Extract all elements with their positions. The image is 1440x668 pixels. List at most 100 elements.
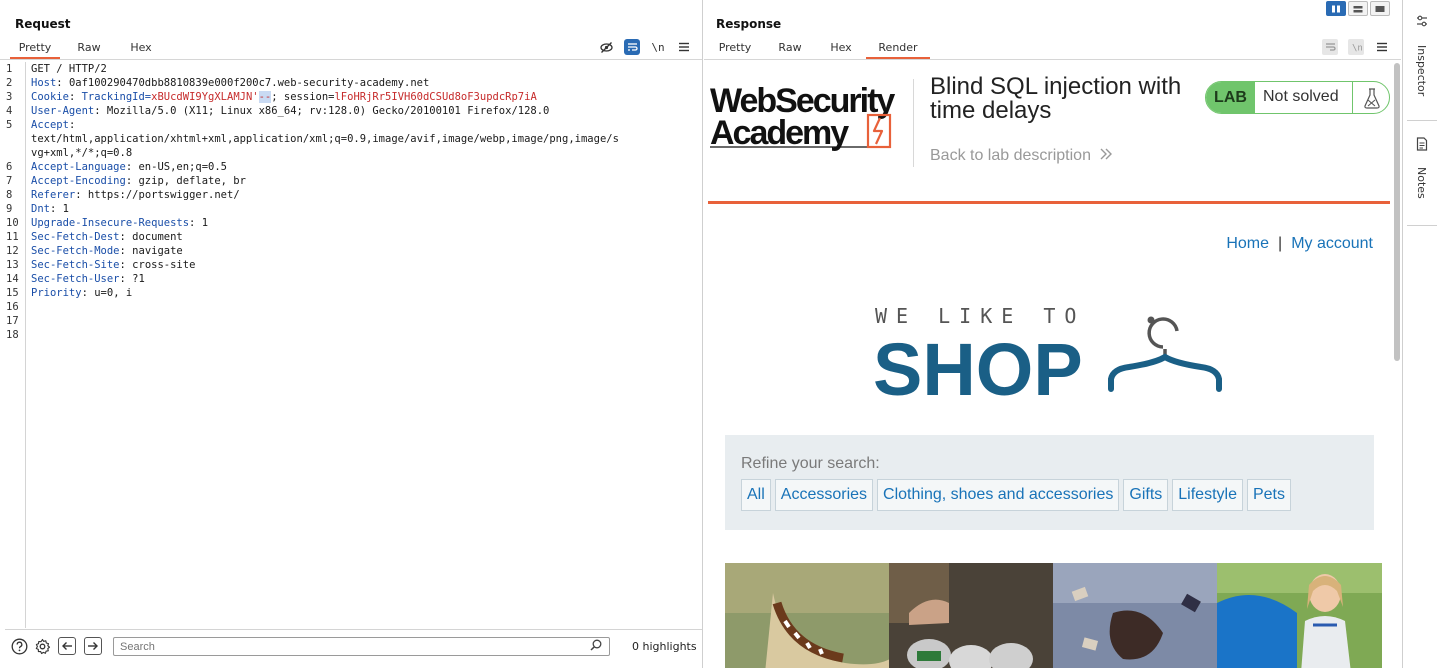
render-scrollbar[interactable] <box>1394 63 1400 363</box>
filter-pets[interactable]: Pets <box>1246 479 1291 511</box>
help-icon[interactable] <box>10 637 28 655</box>
request-line: 9 Dnt: 1 <box>6 203 69 215</box>
product-image[interactable] <box>1217 563 1382 668</box>
tab-request-raw[interactable]: Raw <box>63 38 115 59</box>
request-line-continuation: text/html,application/xhtml+xml,applicat… <box>31 133 619 145</box>
inspector-panel-toggle[interactable]: Inspector <box>1403 12 1440 100</box>
request-line-cookie: 3 Cookie: TrackingId=xBUcdWI9YgXLAMJN'--;… <box>6 91 537 103</box>
request-line: 15 Priority: u=0, i <box>6 287 133 299</box>
product-image[interactable] <box>725 563 890 668</box>
search-filter-panel: Refine your search: All Accessories Clot… <box>725 435 1374 530</box>
filter-gifts[interactable]: Gifts <box>1123 479 1169 511</box>
header-accent-rule <box>708 201 1390 204</box>
sidebar-divider <box>1407 120 1437 121</box>
filter-all[interactable]: All <box>741 479 771 511</box>
category-filters: All Accessories Clothing, shoes and acce… <box>741 479 1295 511</box>
session-value: lFoHRjRr5IVH60dCSUd8oF3updcRp7iA <box>334 91 537 103</box>
search-input[interactable] <box>113 637 610 656</box>
request-editor[interactable]: 1 GET / HTTP/2 2 Host: 0af100290470dbb8810… <box>5 62 702 628</box>
double-chevron-right-icon <box>1100 148 1113 160</box>
lab-title: Blind SQL injection with time delays <box>930 73 1182 124</box>
nav-separator: | <box>1278 235 1283 252</box>
product-image-row <box>725 563 1392 668</box>
tab-response-pretty[interactable]: Pretty <box>710 38 760 59</box>
newline-icon-disabled: \n <box>1348 39 1364 55</box>
word-wrap-icon-disabled <box>1322 39 1338 55</box>
rendered-page: WebSecurity Academy Blind SQL injection … <box>707 63 1392 668</box>
svg-text:WE LIKE TO: WE LIKE TO <box>875 304 1085 328</box>
request-tabs: Pretty Raw Hex <box>10 38 167 59</box>
layout-stacked-icon[interactable] <box>1348 1 1368 16</box>
filter-lifestyle[interactable]: Lifestyle <box>1172 479 1243 511</box>
newline-toggle[interactable]: \n <box>650 39 666 55</box>
inspector-sliders-icon <box>1416 15 1427 27</box>
request-menu-icon[interactable] <box>676 39 692 55</box>
notes-panel-toggle[interactable]: Notes <box>1403 136 1440 203</box>
notes-label: Notes <box>1415 167 1428 199</box>
tab-request-hex[interactable]: Hex <box>115 38 167 59</box>
lab-status-text: Not solved <box>1263 88 1339 105</box>
response-title: Response <box>716 17 782 31</box>
nav-my-account-link[interactable]: My account <box>1291 235 1373 252</box>
layout-side-by-side-icon[interactable] <box>1326 1 1346 16</box>
inspector-label: Inspector <box>1415 45 1428 97</box>
web-security-academy-logo[interactable]: WebSecurity Academy <box>710 81 910 153</box>
svg-text:SHOP: SHOP <box>873 328 1083 403</box>
right-sidebar: Inspector Notes <box>1402 0 1440 668</box>
we-like-to-shop-logo: WE LIKE TO SHOP <box>873 303 1233 411</box>
next-match-button[interactable] <box>84 637 102 655</box>
line-number-gutter <box>5 62 26 628</box>
tab-request-pretty[interactable]: Pretty <box>10 38 60 59</box>
back-to-lab-link[interactable]: Back to lab description <box>930 147 1113 165</box>
request-title: Request <box>15 17 71 31</box>
request-status-bar: 0 highlights <box>5 629 702 662</box>
request-line: 16 <box>6 301 19 313</box>
shop-navigation: Home | My account <box>1226 235 1373 253</box>
word-wrap-toggle-icon[interactable] <box>624 39 640 55</box>
nav-home-link[interactable]: Home <box>1226 235 1269 252</box>
burp-repeater-window: Request Pretty Raw Hex \n 1 GET / HTTP/2 … <box>0 0 1440 668</box>
request-line: 14 Sec-Fetch-User: ?1 <box>6 273 145 285</box>
request-line: 4 User-Agent: Mozilla/5.0 (X11; Linux x86… <box>6 105 550 117</box>
response-pane: Response Pretty Raw Hex Render \n WebSec… <box>704 0 1401 668</box>
svg-text:Academy: Academy <box>710 114 849 152</box>
tracking-id-value: xBUcdWI9YgXLAMJN' <box>151 91 259 103</box>
refine-search-label: Refine your search: <box>741 455 880 472</box>
response-menu-icon[interactable] <box>1374 39 1390 55</box>
filter-accessories[interactable]: Accessories <box>774 479 874 511</box>
tab-response-hex[interactable]: Hex <box>820 38 862 59</box>
response-tabs: Pretty Raw Hex Render <box>710 38 930 59</box>
search-icon[interactable] <box>590 639 602 654</box>
response-toolbar: \n <box>1312 39 1390 55</box>
request-line: 18 <box>6 329 19 341</box>
request-line: 6 Accept-Language: en-US,en;q=0.5 <box>6 161 227 173</box>
render-scrollbar-thumb[interactable] <box>1394 63 1400 361</box>
request-line: 12 Sec-Fetch-Mode: navigate <box>6 245 183 257</box>
hide-nonprintable-icon[interactable] <box>598 39 614 55</box>
settings-gear-icon[interactable] <box>33 637 51 655</box>
back-link-label: Back to lab description <box>930 147 1091 164</box>
response-tab-divider <box>704 59 1401 60</box>
svg-text:\n: \n <box>1352 44 1362 53</box>
request-pane: Request Pretty Raw Hex \n 1 GET / HTTP/2 … <box>0 0 703 668</box>
notes-document-icon <box>1416 137 1427 151</box>
request-toolbar: \n <box>588 39 692 55</box>
tab-response-render[interactable]: Render <box>866 38 930 59</box>
request-tab-divider <box>0 59 702 60</box>
request-code[interactable]: 1 GET / HTTP/2 2 Host: 0af100290470dbb8810… <box>6 62 694 342</box>
lab-status-badge: LAB Not solved <box>1205 81 1390 114</box>
request-line: 7 Accept-Encoding: gzip, deflate, br <box>6 175 246 187</box>
layout-tabbed-icon[interactable] <box>1370 1 1390 16</box>
request-line-continuation: vg+xml,*/*;q=0.8 <box>31 147 133 159</box>
product-image[interactable] <box>1053 563 1218 668</box>
previous-match-button[interactable] <box>58 637 76 655</box>
header-divider <box>913 79 914 167</box>
selected-text: -- <box>258 91 272 103</box>
layout-toggle-group <box>1326 1 1392 16</box>
filter-clothing-shoes-accessories[interactable]: Clothing, shoes and accessories <box>877 479 1120 511</box>
flask-icon <box>1352 82 1389 113</box>
request-line: 8 Referer: https://portswigger.net/ <box>6 189 240 201</box>
product-image[interactable] <box>889 563 1054 668</box>
request-line: 17 <box>6 315 19 327</box>
tab-response-raw[interactable]: Raw <box>760 38 820 59</box>
